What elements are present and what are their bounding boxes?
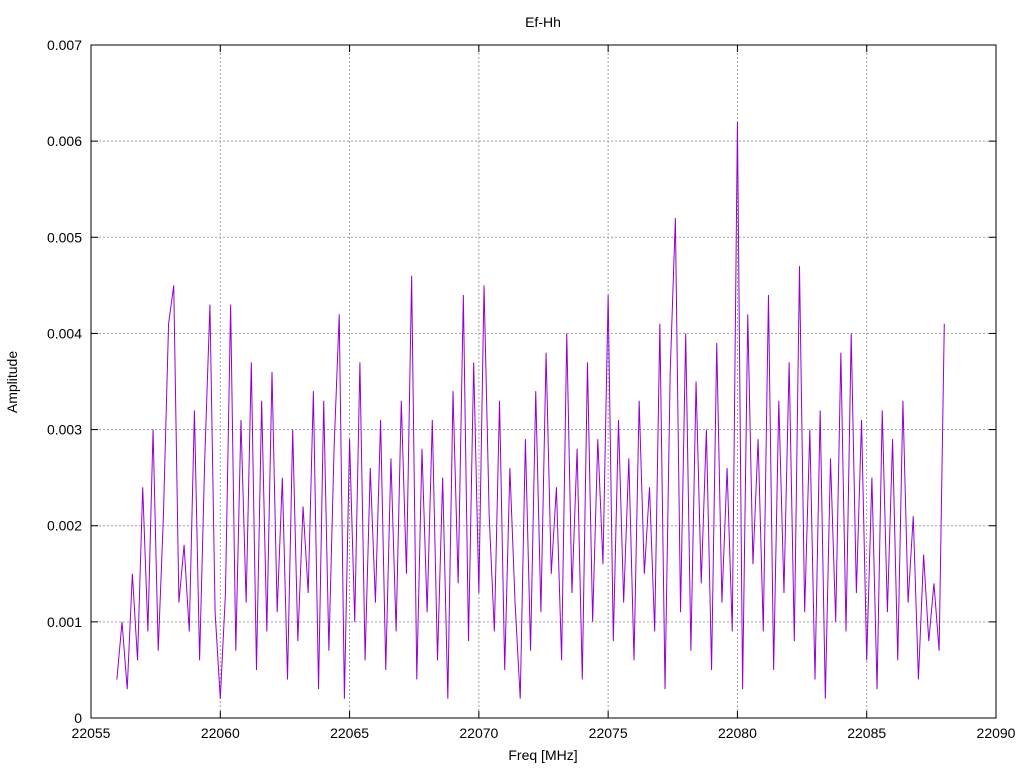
x-tick-label: 22070 xyxy=(459,725,498,741)
x-tick-label: 22060 xyxy=(201,725,240,741)
plot-border xyxy=(90,44,997,719)
y-tick-label: 0 xyxy=(74,710,82,726)
y-axis-label: Amplitude xyxy=(4,351,20,413)
grid xyxy=(91,45,996,718)
x-tick-label: 22055 xyxy=(72,725,111,741)
series-line xyxy=(116,121,945,699)
x-tick-label: 22075 xyxy=(589,725,628,741)
y-tick-label: 0.005 xyxy=(47,229,82,245)
x-tick-label: 22085 xyxy=(847,725,886,741)
chart: Ef-Hh 22055 22060 22065 22070 22075 22080 2208… xyxy=(4,14,1016,763)
y-tick-label: 0.004 xyxy=(47,325,82,341)
y-tick-label: 0.001 xyxy=(47,614,82,630)
y-tick-label: 0.006 xyxy=(47,133,82,149)
x-tick-label: 22080 xyxy=(718,725,757,741)
x-tick-label: 22090 xyxy=(977,725,1016,741)
y-tick-label: 0.002 xyxy=(47,518,82,534)
chart-title: Ef-Hh xyxy=(525,14,561,30)
y-tick-label: 0.003 xyxy=(47,422,82,438)
y-tick-label: 0.007 xyxy=(47,37,82,53)
x-tick-label: 22065 xyxy=(330,725,369,741)
x-axis-label: Freq [MHz] xyxy=(508,747,577,763)
